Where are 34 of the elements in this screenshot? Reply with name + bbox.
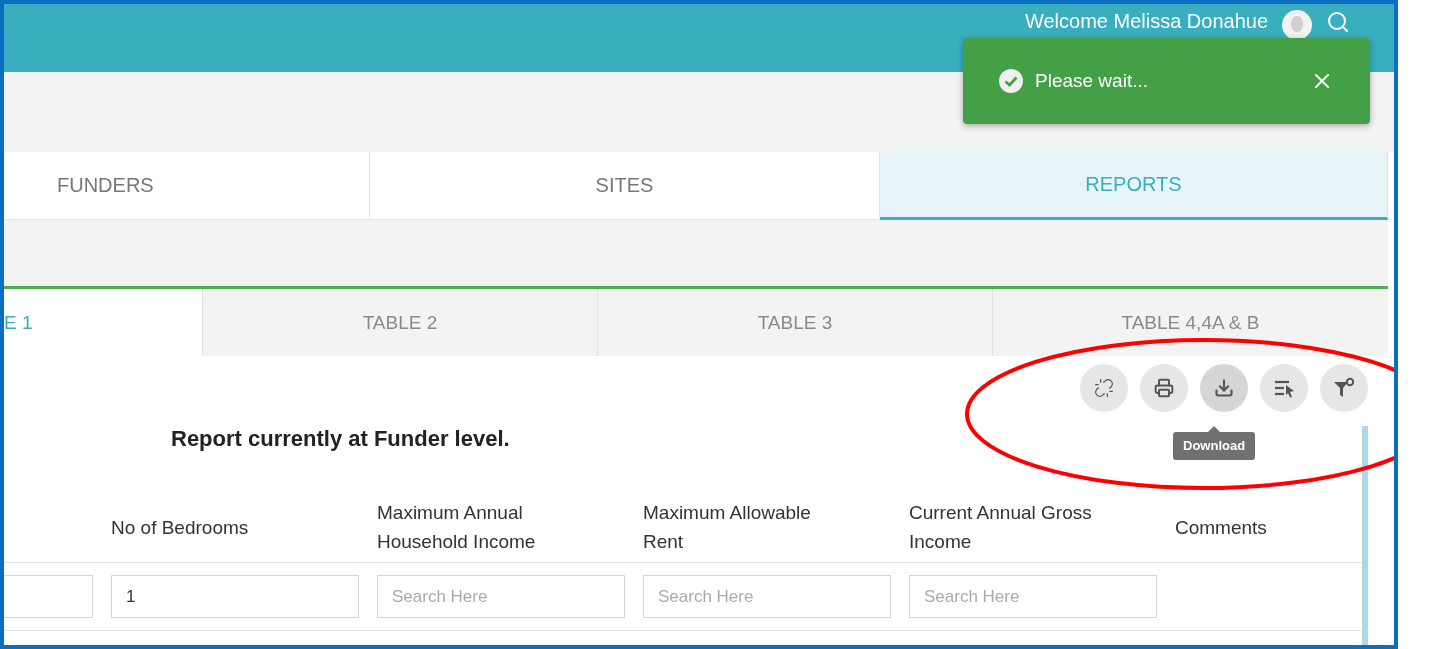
- broken-link-icon: [1094, 378, 1114, 398]
- tooltip: Download: [1173, 426, 1256, 460]
- welcome-text: Welcome Melissa Donahue: [1024, 10, 1268, 33]
- filter-field[interactable]: Search Here: [909, 575, 1157, 618]
- download-icon: [1214, 378, 1234, 398]
- column-header: Current Annual Gross Income: [909, 501, 1093, 554]
- table-tab[interactable]: TABLE 4,4A & B: [992, 289, 1388, 356]
- avatar[interactable]: [1282, 10, 1312, 40]
- nav-tab[interactable]: FUNDERS: [4, 152, 370, 220]
- column-header: No of Bedrooms: [111, 515, 249, 540]
- nav-tab[interactable]: SITES: [370, 152, 880, 220]
- filter-field[interactable]: [4, 575, 93, 618]
- filter-field[interactable]: Search Here: [377, 575, 625, 618]
- table-tab[interactable]: TABLE 3: [597, 289, 992, 356]
- toolbar-button[interactable]: [1140, 364, 1188, 412]
- toolbar-button[interactable]: [1320, 364, 1368, 412]
- search-icon[interactable]: [1326, 10, 1350, 34]
- column-header: Maximum Allowable Rent: [643, 501, 812, 554]
- toolbar-button[interactable]: [1260, 364, 1308, 412]
- print-icon: [1154, 378, 1174, 398]
- toolbar-button[interactable]: [1080, 364, 1128, 412]
- filter-field[interactable]: 1: [111, 575, 359, 618]
- list-pointer-icon: [1273, 378, 1295, 398]
- column-header: Maximum Annual Household Income: [377, 501, 537, 554]
- toast-message: Please wait...: [1035, 70, 1149, 92]
- table-tab[interactable]: TABLE 2: [202, 289, 597, 356]
- report-heading: Report currently at Funder level.: [171, 426, 510, 452]
- toolbar-button[interactable]: [1200, 364, 1248, 412]
- column-header: Comments: [1175, 515, 1267, 540]
- filter-field[interactable]: Search Here: [643, 575, 891, 618]
- scrollbar[interactable]: [1362, 426, 1368, 645]
- check-circle-icon: [999, 69, 1023, 93]
- filter-gear-icon: [1333, 377, 1355, 399]
- nav-tab[interactable]: REPORTS: [880, 152, 1388, 220]
